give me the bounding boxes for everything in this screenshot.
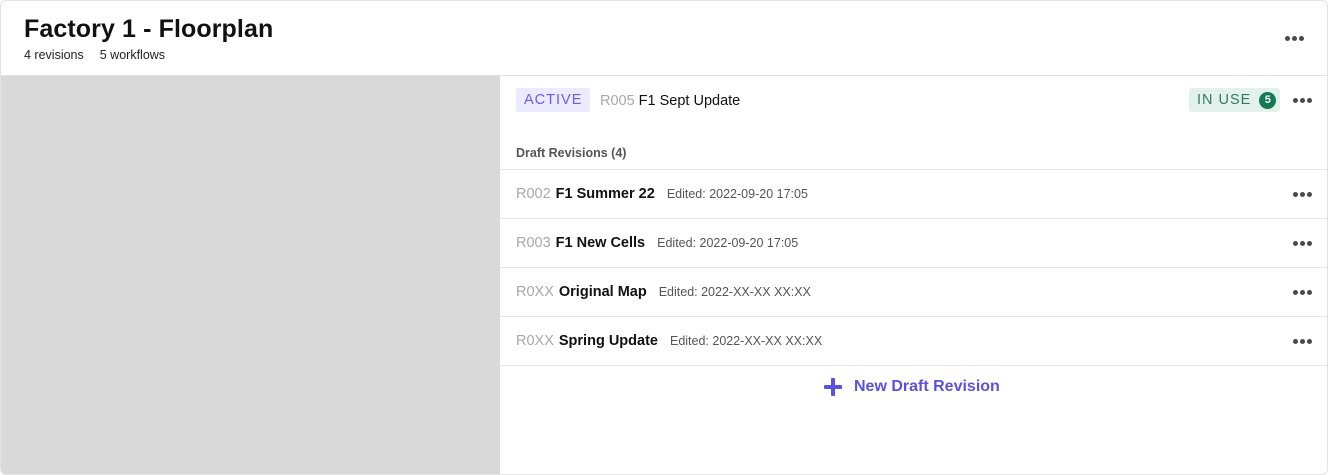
floorplan-preview [1, 76, 500, 474]
new-draft-revision-label: New Draft Revision [854, 378, 1000, 395]
revisions-count: 4 revisions [24, 48, 84, 62]
revision-code: R003 [516, 235, 551, 251]
draft-revision-label: R0XX Original Map Edited: 2022-XX-XX XX:… [516, 284, 811, 300]
card-header: Factory 1 - Floorplan 4 revisions 5 work… [1, 1, 1327, 76]
more-horizontal-icon[interactable] [1293, 192, 1312, 197]
draft-revision-label: R003 F1 New Cells Edited: 2022-09-20 17:… [516, 235, 798, 251]
revision-name: F1 Sept Update [638, 93, 741, 109]
revision-name: Original Map [558, 284, 647, 300]
draft-revision-row[interactable]: R003 F1 New Cells Edited: 2022-09-20 17:… [500, 218, 1327, 267]
edited-timestamp: Edited: 2022-XX-XX XX:XX [669, 334, 823, 348]
revisions-panel: ACTIVE R005 F1 Sept Update IN USE 5 Draft… [500, 76, 1327, 474]
more-horizontal-icon[interactable] [1293, 290, 1312, 295]
revision-code: R002 [516, 186, 551, 202]
draft-revisions-title: Draft Revisions (4) [516, 146, 627, 160]
plus-icon [824, 378, 842, 396]
revision-code: R0XX [516, 284, 554, 300]
more-horizontal-icon[interactable] [1293, 241, 1312, 246]
workflows-count: 5 workflows [99, 48, 166, 62]
draft-revision-row[interactable]: R0XX Spring Update Edited: 2022-XX-XX XX… [500, 316, 1327, 366]
in-use-count: 5 [1259, 91, 1277, 109]
draft-revision-row[interactable]: R0XX Original Map Edited: 2022-XX-XX XX:… [500, 267, 1327, 316]
more-horizontal-icon[interactable] [1293, 98, 1312, 103]
active-revision-row[interactable]: ACTIVE R005 F1 Sept Update IN USE 5 [500, 76, 1327, 126]
revision-name: F1 Summer 22 [555, 186, 655, 202]
revisions-card: Factory 1 - Floorplan 4 revisions 5 work… [0, 0, 1328, 475]
revision-name: F1 New Cells [555, 235, 646, 251]
edited-timestamp: Edited: 2022-09-20 17:05 [657, 236, 799, 250]
draft-revisions-list: R002 F1 Summer 22 Edited: 2022-09-20 17:… [500, 169, 1327, 366]
edited-timestamp: Edited: 2022-XX-XX XX:XX [658, 285, 811, 299]
revision-name: Spring Update [558, 333, 658, 349]
draft-revision-row[interactable]: R002 F1 Summer 22 Edited: 2022-09-20 17:… [500, 169, 1327, 218]
in-use-badge[interactable]: IN USE 5 [1189, 88, 1280, 112]
revision-code: R005 [600, 93, 635, 109]
more-horizontal-icon[interactable] [1293, 339, 1312, 344]
active-badge: ACTIVE [516, 88, 591, 112]
in-use-label: IN USE [1197, 92, 1252, 108]
draft-revision-label: R002 F1 Summer 22 Edited: 2022-09-20 17:… [516, 186, 808, 202]
header-meta: 4 revisions 5 workflows [24, 48, 165, 62]
more-horizontal-icon[interactable] [1285, 36, 1304, 41]
active-revision-label: R005 F1 Sept Update [600, 92, 740, 110]
draft-revision-label: R0XX Spring Update Edited: 2022-XX-XX XX… [516, 333, 822, 349]
page-title: Factory 1 - Floorplan [24, 15, 274, 43]
new-draft-revision-button[interactable]: New Draft Revision [824, 378, 1000, 396]
revision-code: R0XX [516, 333, 554, 349]
edited-timestamp: Edited: 2022-09-20 17:05 [666, 187, 808, 201]
